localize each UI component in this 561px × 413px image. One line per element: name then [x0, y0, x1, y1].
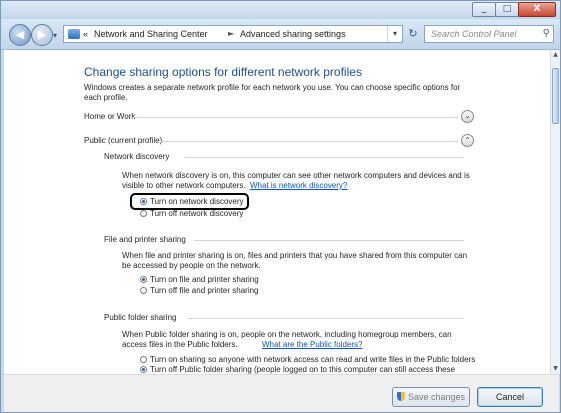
refresh-icon[interactable]: ↻ [405, 25, 421, 43]
maximize-button[interactable]: □ [495, 2, 519, 17]
radio-turn-off-network-discovery[interactable] [140, 210, 147, 217]
window-controls: _ □ X [472, 2, 556, 17]
network-discovery-heading: Network discovery [104, 152, 170, 161]
breadcrumb-prefix[interactable]: « [83, 29, 88, 39]
uac-shield-icon [396, 392, 405, 401]
option-turn-on-file-printer-sharing[interactable]: Turn on file and printer sharing [150, 275, 259, 284]
address-bar[interactable]: « Network and Sharing Center ► Advanced … [63, 25, 403, 43]
search-icon[interactable]: ⚲ [543, 28, 550, 39]
network-discovery-description: When network discovery is on, this compu… [122, 171, 470, 180]
profile-home-work-label[interactable]: Home or Work [84, 112, 135, 121]
scrollbar-thumb[interactable] [552, 68, 559, 124]
collapse-public-chevron-up-icon[interactable]: ⌃ [461, 134, 474, 147]
radio-turn-on-network-discovery[interactable] [140, 198, 147, 205]
vertical-scrollbar[interactable]: ▲ ▼ [550, 50, 560, 374]
network-discovery-description-cont: visible to other network computers. [122, 181, 246, 190]
public-folder-sharing-heading: Public folder sharing [104, 313, 177, 322]
public-folder-sharing-description-cont: access files in the Public folders. [122, 340, 238, 349]
profile-public-label[interactable]: Public (current profile) [84, 136, 162, 145]
left-arrow-icon: ◀ [15, 28, 25, 41]
right-arrow-icon: ▶ [37, 28, 47, 41]
recent-pages-chevron-down-icon[interactable]: ▾ [53, 31, 57, 40]
divider [130, 117, 458, 118]
address-dropdown-chevron-down-icon[interactable]: ▾ [387, 26, 402, 42]
option-turn-on-network-discovery[interactable]: Turn on network discovery [150, 197, 244, 206]
divider [194, 240, 464, 241]
scroll-up-icon[interactable]: ▲ [551, 50, 560, 60]
radio-turn-off-public-folder-sharing[interactable] [140, 366, 147, 373]
close-button[interactable]: X [518, 2, 556, 17]
file-printer-sharing-description-cont: be accessed by people on the network. [122, 261, 261, 270]
option-turn-off-network-discovery[interactable]: Turn off network discovery [150, 209, 243, 218]
page-intro: Windows creates a separate network profi… [84, 83, 461, 102]
breadcrumb-network-sharing-center[interactable]: Network and Sharing Center [94, 29, 208, 39]
scroll-down-icon[interactable]: ▼ [551, 364, 560, 374]
title-bar[interactable]: _ □ X [1, 1, 560, 19]
save-changes-label: Save changes [407, 392, 466, 402]
file-printer-sharing-heading: File and printer sharing [104, 235, 186, 244]
breadcrumb-advanced-sharing-settings[interactable]: Advanced sharing settings [240, 29, 346, 39]
page-title: Change sharing options for different net… [84, 65, 362, 79]
file-printer-sharing-description: When file and printer sharing is on, fil… [122, 251, 468, 260]
search-placeholder: Search Control Panel [431, 29, 517, 39]
option-turn-off-file-printer-sharing[interactable]: Turn off file and printer sharing [150, 286, 259, 295]
breadcrumb-separator-icon[interactable]: ► [228, 29, 234, 38]
radio-turn-off-file-printer-sharing[interactable] [140, 287, 147, 294]
dialog-footer: Save changes Cancel [4, 374, 559, 412]
network-discovery-help-link[interactable]: What is network discovery? [250, 181, 347, 190]
control-panel-icon [68, 29, 80, 39]
cancel-button[interactable]: Cancel [477, 387, 543, 407]
control-panel-window: _ □ X ◀ ▶ ▾ « Network and Sharing Center… [0, 0, 561, 413]
radio-turn-on-file-printer-sharing[interactable] [140, 276, 147, 283]
divider [188, 318, 464, 319]
save-changes-button[interactable]: Save changes [392, 387, 470, 407]
forward-button[interactable]: ▶ [31, 24, 53, 46]
search-field[interactable]: Search Control Panel ⚲ [424, 25, 554, 43]
public-folders-help-link[interactable]: What are the Public folders? [262, 340, 363, 349]
public-folder-sharing-description: When Public folder sharing is on, people… [122, 330, 452, 339]
radio-turn-on-public-folder-sharing[interactable] [140, 356, 147, 363]
back-button[interactable]: ◀ [9, 24, 31, 46]
settings-content: Change sharing options for different net… [4, 50, 550, 374]
divider [184, 157, 464, 158]
divider [160, 141, 458, 142]
expand-home-work-chevron-down-icon[interactable]: ⌄ [461, 110, 474, 123]
navigation-bar: ◀ ▶ ▾ « Network and Sharing Center ► Adv… [1, 19, 560, 50]
minimize-button[interactable]: _ [472, 2, 496, 17]
option-turn-on-public-folder-sharing[interactable]: Turn on sharing so anyone with network a… [150, 355, 475, 364]
option-turn-off-public-folder-sharing[interactable]: Turn off Public folder sharing (people l… [150, 365, 455, 374]
